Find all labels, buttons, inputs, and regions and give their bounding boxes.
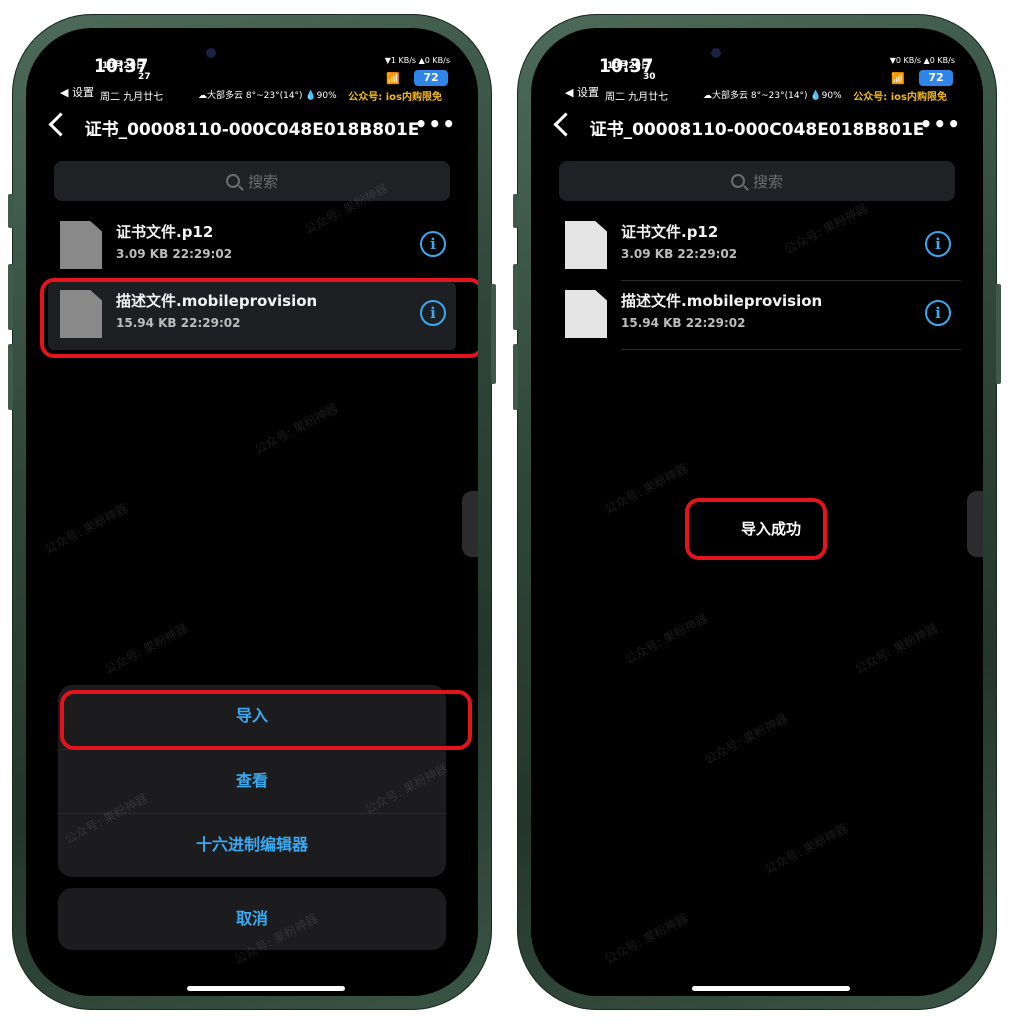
status-week: 周二 九月廿七 [100,92,164,103]
status-day: 30 [643,72,656,82]
highlight-import-button [60,690,472,750]
home-indicator[interactable] [692,986,850,991]
file-row-mobileprovision[interactable]: 描述文件.mobileprovision 15.94 KB 22:29:02 i [553,282,961,350]
document-icon [60,221,102,269]
divider [621,280,961,281]
document-icon [565,290,607,338]
status-day: 27 [138,72,151,82]
wifi-icon: 📶 [891,72,905,85]
status-date: 10月29日 [607,61,651,71]
file-row-p12[interactable]: 证书文件.p12 3.09 KB 22:29:02 i [553,213,961,281]
file-name: 描述文件.mobileprovision [621,292,823,310]
right-screen: 10:37 10月29日 30 ◀ 设置 周二 九月廿七 ☁大部多云 8°~23… [531,28,983,996]
search-placeholder-wrap: 搜索 [54,171,450,192]
volume-up-button [8,264,13,330]
left-phone-frame: 10:37 10月29日 27 ◀ 设置 周二 九月廿七 ☁大部多云 8°~23… [8,14,496,1010]
notch [685,28,845,78]
network-speed: ▼0 KB/s ▲0 KB/s [889,56,955,65]
info-icon[interactable]: i [925,231,951,257]
page-title: 证书_00008110-000C048E018B801E [589,120,925,140]
file-meta: 3.09 KB 22:29:02 [116,247,233,261]
file-meta: 15.94 KB 22:29:02 [621,316,746,330]
search-icon [730,174,745,188]
mute-switch [513,194,518,228]
network-speed: ▼1 KB/s ▲0 KB/s [384,56,450,65]
home-indicator[interactable] [187,986,345,991]
search-placeholder: 搜索 [247,173,278,191]
search-bar[interactable]: 搜索 [559,161,955,201]
notch [180,28,340,78]
search-placeholder: 搜索 [752,173,783,191]
status-weather: ☁大部多云 8°~23°(14°) 💧90% [198,91,337,101]
divider [621,349,961,350]
right-phone-frame: 10:37 10月29日 30 ◀ 设置 周二 九月廿七 ☁大部多云 8°~23… [513,14,1001,1010]
info-icon[interactable]: i [925,300,951,326]
status-weather: ☁大部多云 8°~23°(14°) 💧90% [703,91,842,101]
back-to-settings-link[interactable]: ◀ 设置 [60,84,94,100]
wifi-icon: 📶 [386,72,400,85]
file-name: 证书文件.p12 [621,223,719,241]
more-options-icon[interactable]: ••• [920,112,961,136]
status-promo: 公众号: ios内购限免 [853,92,947,103]
view-button[interactable]: 查看 [58,750,446,812]
camera-icon [206,48,216,58]
search-bar[interactable]: 搜索 [54,161,450,201]
more-options-icon[interactable]: ••• [415,112,456,136]
status-week: 周二 九月廿七 [605,92,669,103]
assistive-edge-handle[interactable] [462,491,478,557]
battery-indicator: 72 [414,70,448,86]
volume-up-button [513,264,518,330]
status-date: 10月29日 [102,61,146,71]
left-screen: 10:37 10月29日 27 ◀ 设置 周二 九月廿七 ☁大部多云 8°~23… [26,28,478,996]
volume-down-button [8,344,13,410]
search-icon [225,174,240,188]
navigation-bar: 证书_00008110-000C048E018B801E ••• [26,110,478,150]
power-button [996,284,1001,384]
camera-icon [711,48,721,58]
highlight-toast [685,498,827,560]
mute-switch [8,194,13,228]
back-to-settings-link[interactable]: ◀ 设置 [565,84,599,100]
search-placeholder-wrap: 搜索 [559,171,955,192]
document-icon [565,221,607,269]
navigation-bar: 证书_00008110-000C048E018B801E ••• [531,110,983,150]
hex-editor-button[interactable]: 十六进制编辑器 [58,814,446,876]
battery-indicator: 72 [919,70,953,86]
assistive-edge-handle[interactable] [967,491,983,557]
cancel-button[interactable]: 取消 [58,888,446,950]
highlight-selected-file [40,278,478,358]
power-button [491,284,496,384]
file-name: 证书文件.p12 [116,223,214,241]
file-row-p12[interactable]: 证书文件.p12 3.09 KB 22:29:02 i [48,213,456,281]
file-meta: 3.09 KB 22:29:02 [621,247,738,261]
status-promo: 公众号: ios内购限免 [348,92,442,103]
volume-down-button [513,344,518,410]
info-icon[interactable]: i [420,231,446,257]
page-title: 证书_00008110-000C048E018B801E [84,120,420,140]
